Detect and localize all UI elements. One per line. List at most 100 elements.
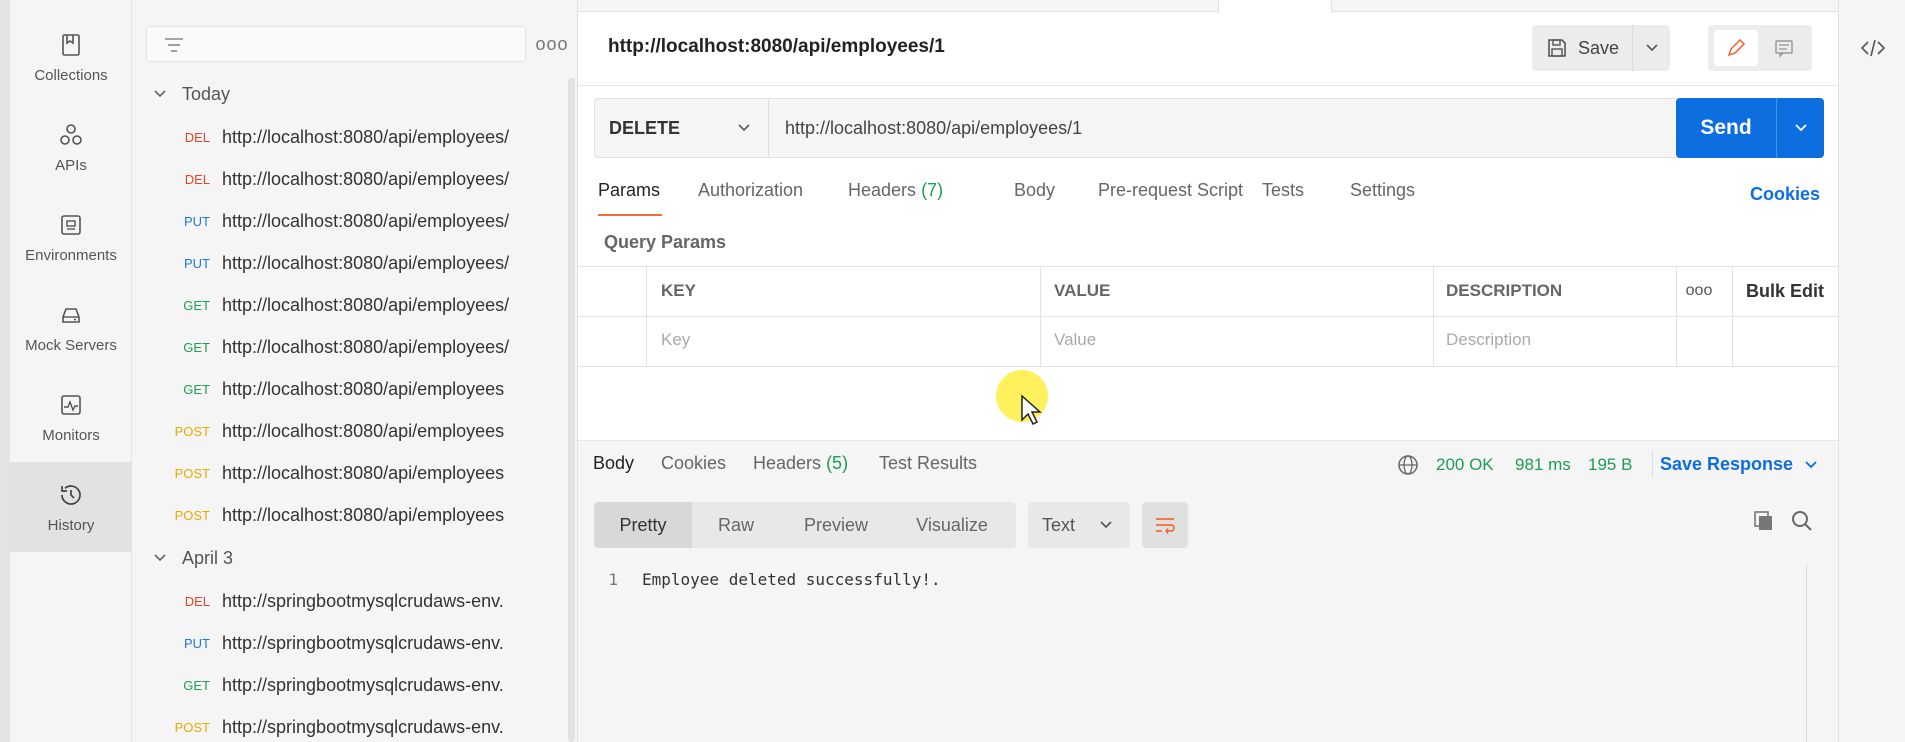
mock-servers-icon xyxy=(57,301,85,329)
history-item[interactable]: GET http://localhost:8080/api/employees/ xyxy=(132,326,562,368)
response-scrollbar[interactable] xyxy=(1806,564,1822,742)
tab-label: Pre-request Script xyxy=(1098,180,1244,200)
sidebar-scrollbar[interactable] xyxy=(568,78,575,742)
history-item[interactable]: GET http://localhost:8080/api/employees/ xyxy=(132,284,562,326)
description-input[interactable]: Description xyxy=(1446,330,1531,350)
bulk-edit-button[interactable]: Bulk Edit xyxy=(1746,281,1824,302)
view-visualize-button[interactable]: Visualize xyxy=(892,502,1012,548)
history-url: http://localhost:8080/api/employees xyxy=(222,378,505,399)
save-icon xyxy=(1548,39,1566,57)
url-bar: DELETE xyxy=(594,98,1680,158)
chevron-down-icon xyxy=(1645,44,1658,52)
history-more-button[interactable]: ooo xyxy=(535,33,568,55)
table-column-divider xyxy=(1433,267,1434,367)
history-url: http://springbootmysqlcrudaws-env. xyxy=(222,716,504,737)
format-select[interactable]: Text xyxy=(1028,502,1130,548)
send-dropdown-button[interactable] xyxy=(1776,98,1824,158)
history-group-today[interactable]: Today xyxy=(152,80,230,108)
view-raw-button[interactable]: Raw xyxy=(692,502,780,548)
search-icon[interactable] xyxy=(1790,509,1814,533)
history-item[interactable]: POST http://springbootmysqlcrudaws-env. xyxy=(132,706,562,742)
wrap-lines-button[interactable] xyxy=(1142,502,1188,548)
history-filter-input[interactable] xyxy=(146,26,526,62)
view-preview-button[interactable]: Preview xyxy=(780,502,892,548)
response-size[interactable]: 195 B xyxy=(1588,455,1632,475)
history-item[interactable]: PUT http://localhost:8080/api/employees/ xyxy=(132,242,562,284)
rail-item-collections[interactable]: Collections xyxy=(10,12,132,102)
chevron-down-icon xyxy=(1100,521,1112,529)
response-time[interactable]: 981 ms xyxy=(1515,455,1571,475)
history-url: http://localhost:8080/api/employees/ xyxy=(222,210,510,231)
method-value: DELETE xyxy=(609,117,681,138)
request-title[interactable]: http://localhost:8080/api/employees/1 xyxy=(608,36,945,58)
rail-item-monitors[interactable]: Monitors xyxy=(10,372,132,462)
history-url: http://localhost:8080/api/employees xyxy=(222,420,505,441)
rail-item-mock-servers[interactable]: Mock Servers xyxy=(10,282,132,372)
history-method-badge: GET xyxy=(183,339,210,355)
active-tab[interactable] xyxy=(1218,0,1332,13)
rail-item-environments[interactable]: Environments xyxy=(10,192,132,282)
tab-pre-request-script[interactable]: Pre-request Script xyxy=(1098,180,1243,201)
history-url: http://springbootmysqlcrudaws-env. xyxy=(222,632,504,653)
history-group-april-3[interactable]: April 3 xyxy=(152,544,233,572)
comment-mode-button[interactable] xyxy=(1762,30,1806,66)
history-url: http://localhost:8080/api/employees/ xyxy=(222,294,510,315)
response-headers-count: (5) xyxy=(826,453,849,473)
response-tab-body[interactable]: Body xyxy=(593,453,634,474)
cookies-link[interactable]: Cookies xyxy=(1750,184,1820,205)
response-tab-test-results[interactable]: Test Results xyxy=(879,453,977,474)
history-item[interactable]: POST http://localhost:8080/api/employees xyxy=(132,494,562,536)
history-item[interactable]: PUT http://springbootmysqlcrudaws-env. xyxy=(132,622,562,664)
save-dropdown-button[interactable] xyxy=(1632,25,1670,71)
tab-tests[interactable]: Tests xyxy=(1262,180,1304,201)
code-icon[interactable] xyxy=(1859,36,1887,60)
history-item[interactable]: POST http://localhost:8080/api/employees xyxy=(132,410,562,452)
view-pretty-button[interactable]: Pretty xyxy=(594,502,692,548)
save-button[interactable]: Save xyxy=(1532,25,1632,71)
history-icon xyxy=(57,481,85,509)
history-item[interactable]: GET http://springbootmysqlcrudaws-env. xyxy=(132,664,562,706)
history-item[interactable]: GET http://localhost:8080/api/employees xyxy=(132,368,562,410)
response-status[interactable]: 200 OK xyxy=(1436,455,1494,475)
tab-headers[interactable]: Headers (7) xyxy=(848,180,943,201)
monitors-icon xyxy=(57,391,85,419)
value-input[interactable]: Value xyxy=(1054,330,1096,350)
copy-icon[interactable] xyxy=(1752,509,1776,533)
save-response-button[interactable]: Save Response xyxy=(1660,454,1819,475)
query-params-title: Query Params xyxy=(604,232,727,252)
method-select[interactable]: DELETE xyxy=(595,99,769,157)
history-item[interactable]: DEL http://localhost:8080/api/employees/ xyxy=(132,116,562,158)
tab-label: Body xyxy=(1014,180,1056,200)
line-text[interactable]: Employee deleted successfully!. xyxy=(642,570,941,589)
history-method-badge: GET xyxy=(183,381,210,397)
history-item[interactable]: PUT http://localhost:8080/api/employees/ xyxy=(132,200,562,242)
rail-item-apis[interactable]: APIs xyxy=(10,102,132,192)
history-item[interactable]: DEL http://springbootmysqlcrudaws-env. xyxy=(132,580,562,622)
tab-params[interactable]: Params xyxy=(598,180,660,201)
tab-label: Headers xyxy=(848,180,917,200)
edit-mode-button[interactable] xyxy=(1714,30,1758,66)
table-more-button[interactable]: ooo xyxy=(1686,279,1713,303)
active-tab-underline xyxy=(598,214,662,216)
send-button-group: Send xyxy=(1676,98,1824,158)
rail-item-history[interactable]: History xyxy=(10,462,132,552)
right-context-bar xyxy=(1838,0,1905,742)
response-tab-cookies[interactable]: Cookies xyxy=(661,453,726,474)
send-button[interactable]: Send xyxy=(1676,116,1776,140)
history-url: http://localhost:8080/api/employees xyxy=(222,504,505,525)
tab-body[interactable]: Body xyxy=(1014,180,1055,201)
environments-icon xyxy=(57,211,85,239)
mouse-cursor-icon xyxy=(1021,394,1042,426)
key-input[interactable]: Key xyxy=(661,330,690,350)
response-tab-headers[interactable]: Headers (5) xyxy=(753,453,848,474)
globe-icon[interactable] xyxy=(1396,453,1420,477)
url-input[interactable] xyxy=(769,99,1679,157)
history-url: http://springbootmysqlcrudaws-env. xyxy=(222,674,504,695)
history-url: http://localhost:8080/api/employees xyxy=(222,462,505,483)
tab-authorization[interactable]: Authorization xyxy=(698,180,803,201)
history-item[interactable]: POST http://localhost:8080/api/employees xyxy=(132,452,562,494)
history-item[interactable]: DEL http://localhost:8080/api/employees/ xyxy=(132,158,562,200)
tab-settings[interactable]: Settings xyxy=(1350,180,1415,201)
history-method-badge: PUT xyxy=(184,255,210,271)
history-method-badge: GET xyxy=(183,297,210,313)
